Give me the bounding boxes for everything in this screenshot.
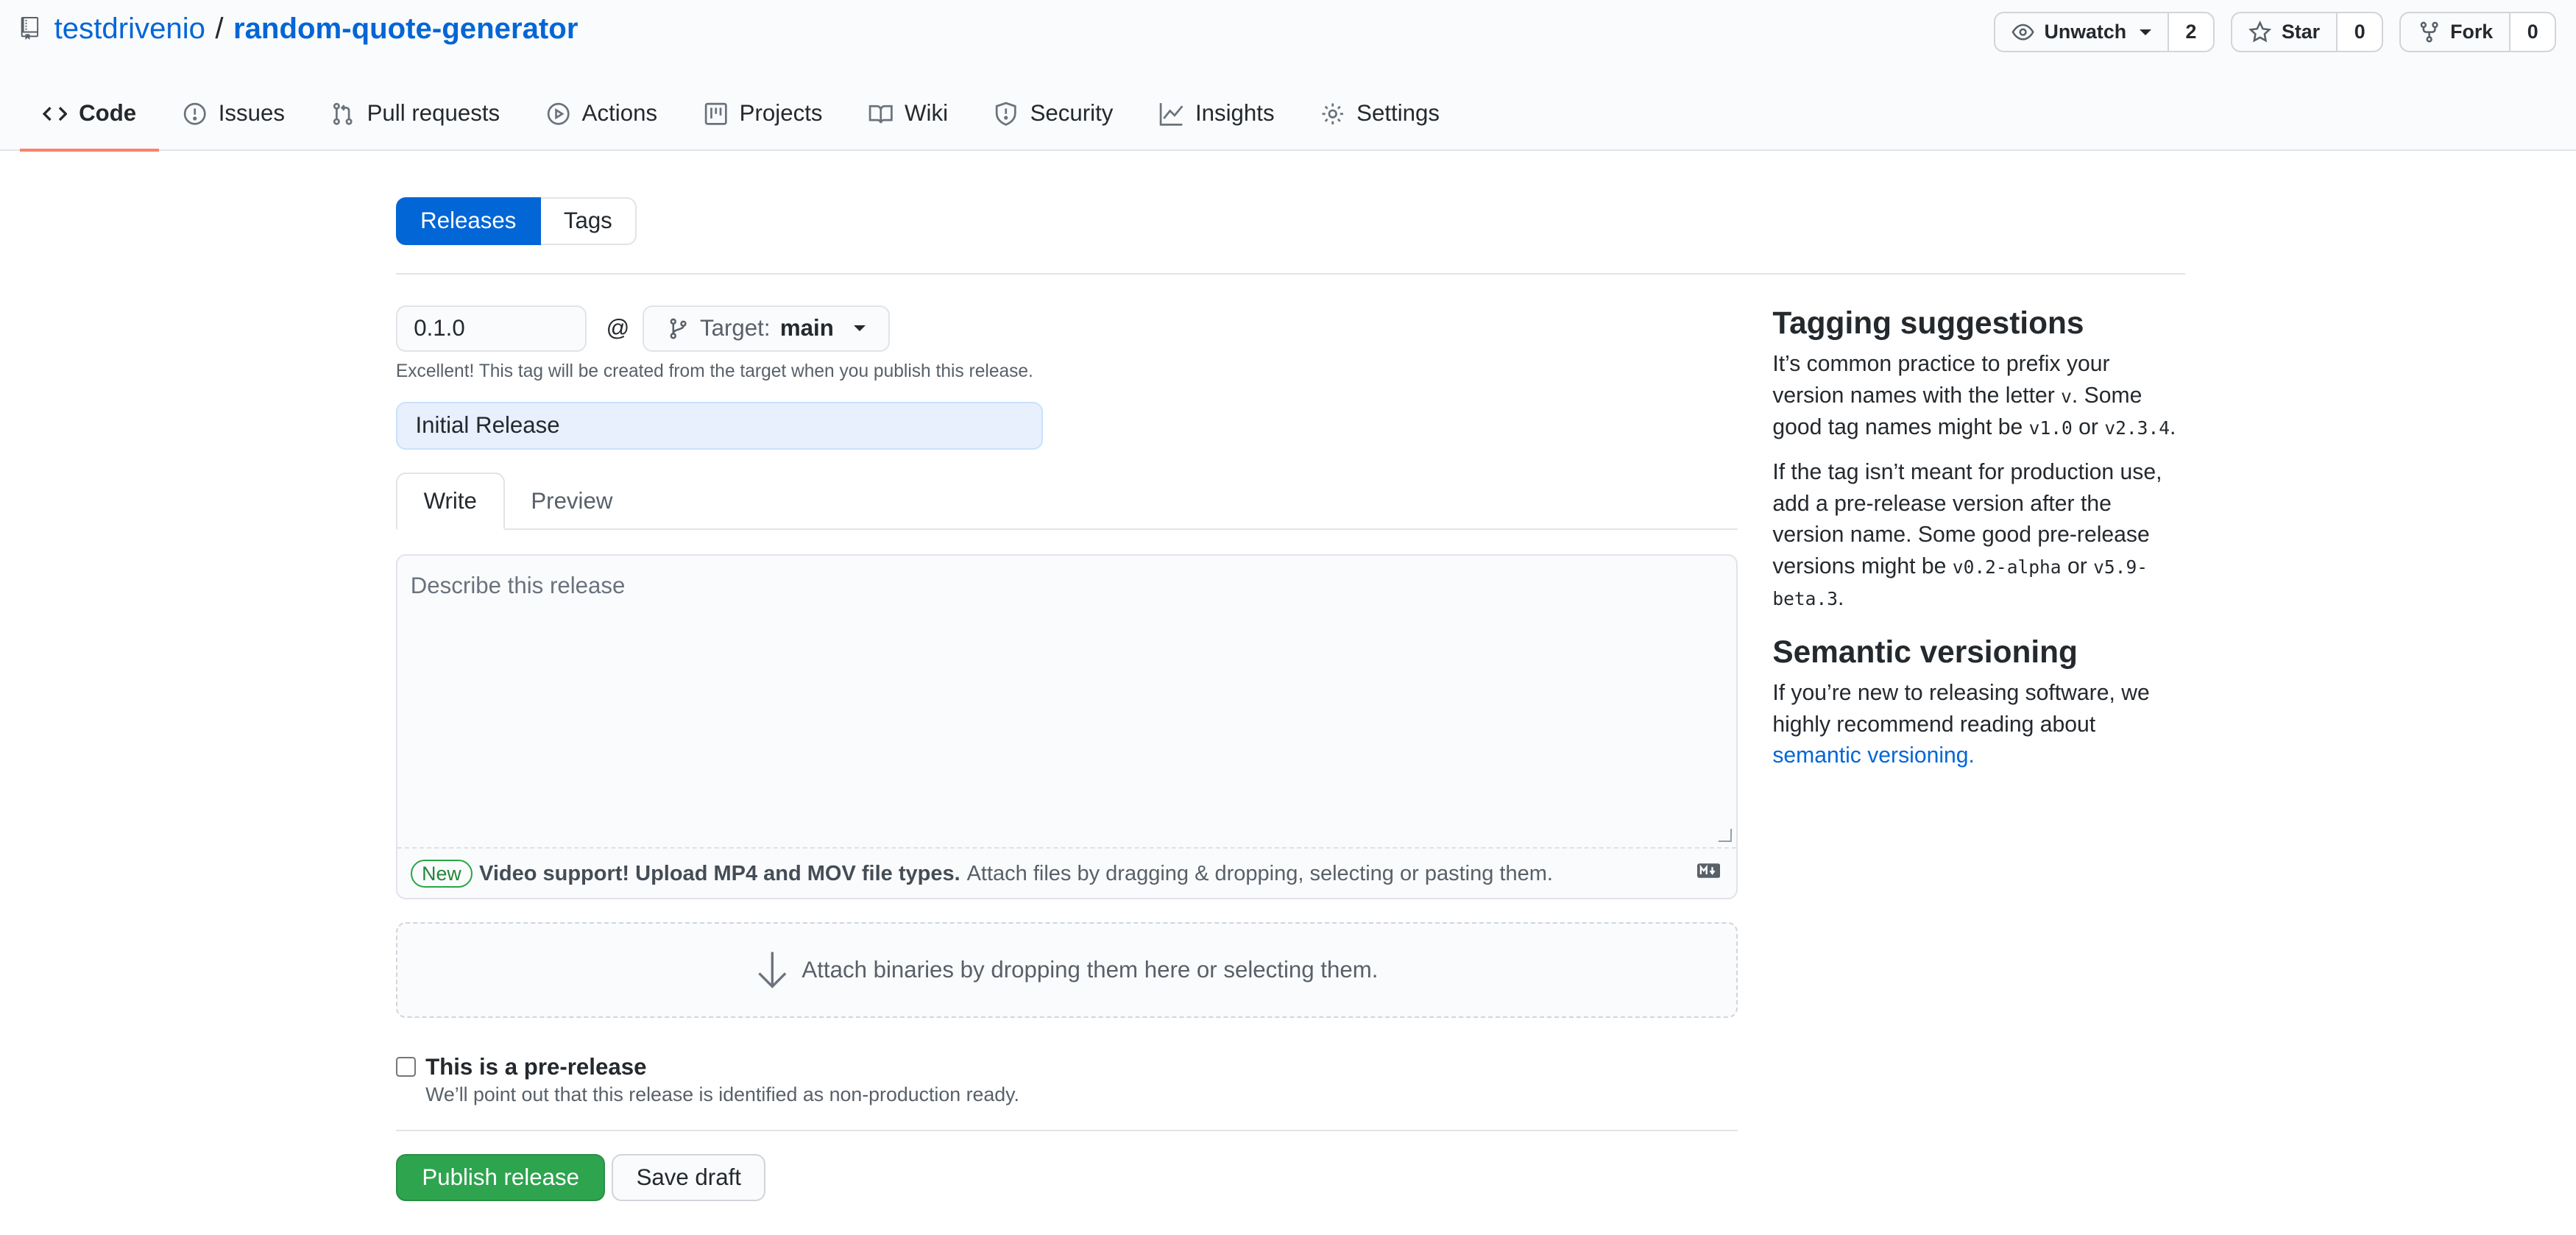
publish-release-button[interactable]: Publish release — [395, 1153, 606, 1202]
chevron-down-icon — [853, 325, 866, 331]
release-title-input[interactable]: Initial Release — [395, 401, 1044, 450]
repo-header: testdrivenio / random-quote-generator Un… — [0, 0, 2576, 152]
watchers-count[interactable]: 2 — [2169, 13, 2213, 52]
markdown-icon[interactable] — [1696, 863, 1721, 878]
tab-actions[interactable]: Actions — [523, 79, 680, 151]
repo-icon — [21, 16, 38, 40]
prerelease-label[interactable]: This is a pre-release — [425, 1054, 1019, 1080]
tab-write[interactable]: Write — [395, 472, 505, 530]
target-value: main — [779, 315, 834, 342]
repo-nav-tabs: Code Issues Pull requests Actions Projec… — [19, 79, 1462, 152]
tab-code[interactable]: Code — [19, 79, 160, 152]
at-symbol: @ — [606, 315, 630, 342]
tagging-sidebar: Tagging suggestions It’s common practice… — [1772, 305, 2186, 785]
star-button-group: Star 0 — [2231, 11, 2383, 53]
tab-issues[interactable]: Issues — [159, 79, 308, 151]
fork-button-group: Fork 0 — [2399, 11, 2556, 53]
prerelease-checkbox[interactable] — [395, 1057, 416, 1077]
tab-label: Actions — [581, 100, 658, 127]
arrow-down-icon — [758, 952, 787, 988]
resize-handle[interactable] — [1718, 828, 1732, 842]
unwatch-button[interactable]: Unwatch — [1995, 13, 2170, 52]
repo-separator: / — [215, 11, 224, 45]
unwatch-label: Unwatch — [2044, 21, 2127, 43]
issue-icon — [183, 102, 206, 125]
tab-insights[interactable]: Insights — [1136, 79, 1298, 151]
tab-security[interactable]: Security — [971, 79, 1136, 151]
prerelease-option: This is a pre-release We’ll point out th… — [395, 1054, 1738, 1106]
tags-tab[interactable]: Tags — [540, 197, 637, 245]
tab-label: Settings — [1356, 100, 1440, 127]
semver-paragraph: If you’re new to releasing software, we … — [1772, 681, 2150, 768]
editor-footer: New Video support! Upload MP4 and MOV fi… — [397, 849, 1737, 899]
tagging-paragraph-2: If the tag isn’t meant for production us… — [1772, 460, 2162, 610]
play-icon — [547, 102, 570, 125]
gear-icon — [1322, 103, 1344, 124]
tab-label: Insights — [1195, 100, 1275, 127]
branch-icon — [670, 318, 687, 339]
tab-label: Issues — [218, 100, 286, 127]
repo-title: testdrivenio / random-quote-generator — [20, 12, 578, 46]
repo-owner-link[interactable]: testdrivenio — [54, 12, 205, 46]
tab-label: Wiki — [905, 100, 949, 127]
editor-tabs: Write Preview — [395, 472, 1738, 530]
new-badge: New — [410, 860, 473, 888]
pull-request-icon — [333, 102, 353, 125]
dropzone-text: Attach binaries by dropping them here or… — [802, 957, 1379, 983]
watch-button-group: Unwatch 2 — [1993, 11, 2215, 53]
tab-label: Pull requests — [367, 100, 500, 127]
binaries-dropzone[interactable]: Attach binaries by dropping them here or… — [395, 922, 1738, 1018]
forks-count[interactable]: 0 — [2510, 13, 2555, 52]
tab-preview[interactable]: Preview — [505, 473, 640, 530]
tagging-suggestions-heading: Tagging suggestions — [1772, 305, 2084, 341]
tab-label: Code — [79, 100, 137, 127]
fork-icon — [2420, 21, 2438, 43]
fork-button[interactable]: Fork — [2401, 13, 2511, 52]
repo-actions: Unwatch 2 Star 0 Fork 0 — [1993, 11, 2556, 53]
divider — [395, 272, 2185, 275]
release-form: 0.1.0 @ Target: main Excellent! This tag… — [395, 305, 1738, 1202]
chevron-down-icon — [2139, 29, 2151, 35]
repo-name-link[interactable]: random-quote-generator — [233, 12, 578, 46]
target-branch-select[interactable]: Target: main — [643, 305, 890, 352]
form-actions: Publish release Save draft — [395, 1153, 1738, 1202]
graph-icon — [1159, 102, 1183, 126]
tab-pull-requests[interactable]: Pull requests — [308, 79, 523, 151]
prerelease-description: We’ll point out that this release is ide… — [425, 1083, 1019, 1106]
star-icon — [2248, 20, 2272, 43]
video-support-text: Video support! Upload MP4 and MOV file t… — [479, 861, 960, 885]
shield-icon — [996, 102, 1017, 126]
releases-subnav: Releases Tags — [395, 197, 637, 245]
tag-version-input[interactable]: 0.1.0 — [395, 305, 587, 352]
prerelease-text: This is a pre-release We’ll point out th… — [425, 1054, 1019, 1106]
tag-row: 0.1.0 @ Target: main — [395, 305, 1738, 352]
tab-label: Projects — [739, 100, 823, 127]
star-label: Star — [2281, 21, 2321, 43]
target-label: Target: — [700, 315, 771, 342]
attach-files-hint[interactable]: Attach files by dragging & dropping, sel… — [967, 862, 1553, 886]
releases-tab[interactable]: Releases — [395, 197, 541, 245]
tab-projects[interactable]: Projects — [680, 79, 845, 151]
semantic-versioning-link[interactable]: semantic versioning. — [1772, 743, 1975, 768]
description-editor: Describe this release New Video support!… — [395, 554, 1738, 900]
fork-label: Fork — [2450, 21, 2494, 43]
stars-count[interactable]: 0 — [2338, 13, 2382, 52]
save-draft-button[interactable]: Save draft — [612, 1153, 766, 1202]
book-icon — [868, 105, 893, 124]
description-textarea[interactable]: Describe this release — [397, 556, 1737, 849]
tab-settings[interactable]: Settings — [1298, 79, 1462, 151]
tagging-paragraph-1: It’s common practice to prefix your vers… — [1772, 352, 2176, 440]
semantic-versioning-heading: Semantic versioning — [1772, 634, 2078, 670]
star-button[interactable]: Star — [2232, 13, 2338, 52]
project-icon — [704, 102, 727, 125]
divider — [395, 1129, 1738, 1131]
tab-label: Security — [1030, 100, 1114, 127]
code-icon — [43, 106, 68, 121]
tag-note: Excellent! This tag will be created from… — [395, 361, 1033, 382]
tab-wiki[interactable]: Wiki — [846, 79, 972, 151]
eye-icon — [2011, 24, 2034, 40]
